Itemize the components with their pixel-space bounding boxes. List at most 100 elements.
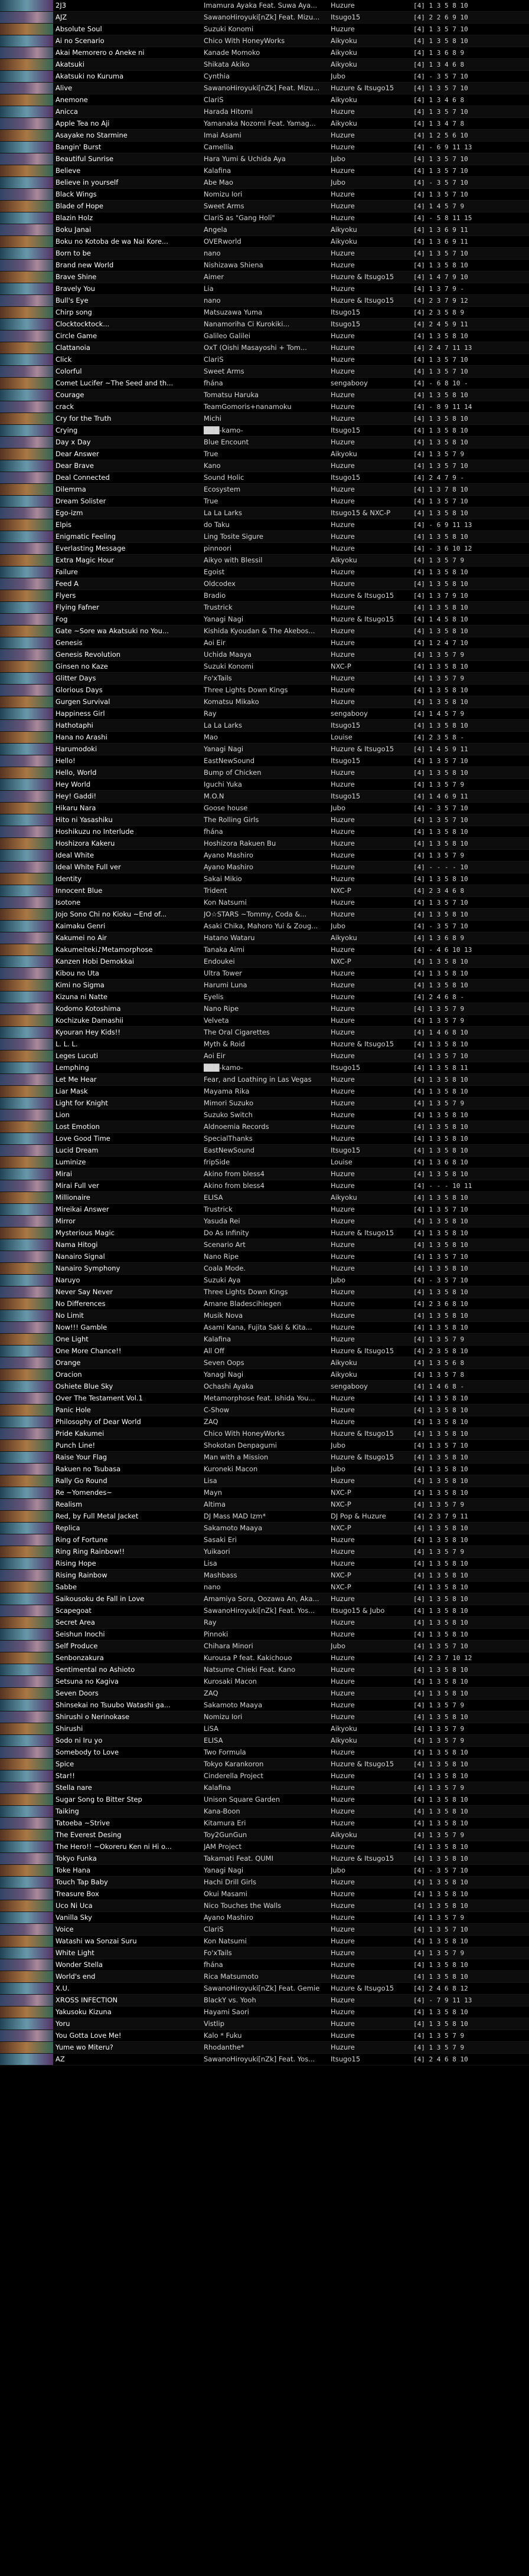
song-row[interactable]: 2J3 Imamura Ayaka Feat. Suwa Aya... Huzure… [0, 0, 529, 12]
song-row[interactable]: Shinsekai no Tsuubo Watashi ga... Sakamot… [0, 1700, 529, 1711]
song-row[interactable]: Vanilla Sky Ayano Mashiro Huzure [4] 1 3 5 … [0, 1912, 529, 1924]
song-row[interactable]: Day x Day Blue Encount Huzure [4] 1 3 5 8 1… [0, 437, 529, 449]
song-row[interactable]: Asayake no Starmine Imai Asami Huzure [4] 1… [0, 130, 529, 142]
song-row[interactable]: Anicca Harada Hitomi Huzure [4] 1 3 5 7 10 [0, 106, 529, 118]
song-row[interactable]: Kibou no Uta Ultra Tower Huzure [4] 1 3 5 8… [0, 968, 529, 980]
song-row[interactable]: Glitter Days Fo'xTails Huzure [4] 1 3 5 7 9 [0, 673, 529, 685]
song-row[interactable]: Hey! Gaddi! M.O.N Itsugo15 [4] 1 4 6 9 11 [0, 791, 529, 803]
song-row[interactable]: Seishun Inochi Pinnoki Huzure [4] 1 3 5 8 1… [0, 1629, 529, 1641]
song-row[interactable]: Love Good Time SpecialThanks Huzure [4] 1 3… [0, 1133, 529, 1145]
song-row[interactable]: Watashi wa Sonzai Suru Kon Natsumi Huzure [… [0, 1936, 529, 1947]
song-row[interactable]: Comet Lucifer ~The Seed and th... fhána se… [0, 378, 529, 389]
song-row[interactable]: Colorful Sweet Arms Huzure [4] 1 3 5 7 10 [0, 366, 529, 378]
song-row[interactable]: Ego-izm La La Larks Itsugo15 & NXC-P [4] 1 … [0, 508, 529, 519]
song-row[interactable]: Orange Seven Oops Aikyoku [4] 1 3 5 6 8 [0, 1357, 529, 1369]
song-row[interactable]: Enigmatic Feeling Ling Tosite Sigure Huzur… [0, 531, 529, 543]
song-row[interactable]: L. L. L. Myth & Roid Huzure & Itsugo15 [4] … [0, 1039, 529, 1050]
song-row[interactable]: Clocktocktock... Nanamoriha Ci Kurokiki..… [0, 319, 529, 330]
song-row[interactable]: Kaimaku Genri Asaki Chika, Mahoro Yui & Z… [0, 921, 529, 932]
song-row[interactable]: Everlasting Message pinnoori Huzure [4] - 3… [0, 543, 529, 555]
song-row[interactable]: World's end Rica Matsumoto Huzure [4] 1 3 5… [0, 1971, 529, 1983]
song-row[interactable]: Oracion Yanagi Nagi Aikyoku [4] 1 3 5 7 8 [0, 1369, 529, 1381]
song-row[interactable]: Ring Ring Rainbow!! Yuikaori Huzure [4] 1 3… [0, 1546, 529, 1558]
song-row[interactable]: Philosophy of Dear World ZAQ Huzure [4] 1 3… [0, 1416, 529, 1428]
song-row[interactable]: Mireikai Answer Trustrick Huzure [4] 1 3 5 … [0, 1204, 529, 1216]
song-row[interactable]: Taiking Kana-Boon Huzure [4] 1 3 5 8 10 [0, 1806, 529, 1818]
song-row[interactable]: Genesis Revolution Uchida Maaya Huzure [4] … [0, 649, 529, 661]
song-row[interactable]: Ginsen no Kaze Suzuki Konomi NXC-P [4] 1 3 … [0, 661, 529, 673]
song-row[interactable]: Punch Line! Shokotan Denpagumi Jubo [4] 1 3… [0, 1440, 529, 1452]
song-row[interactable]: Happiness Girl Ray sengabooy [4] 1 4 5 7 9 [0, 708, 529, 720]
song-row[interactable]: One More Chance!! All Off Huzure & Itsugo1… [0, 1346, 529, 1357]
song-row[interactable]: Nanairo Symphony Coala Mode. Huzure [4] 1 3… [0, 1263, 529, 1275]
song-row[interactable]: Bull's Eye nano Huzure & Itsugo15 [4] 2 3 7… [0, 295, 529, 307]
song-row[interactable]: Kyouran Hey Kids!! The Oral Cigarettes Huz… [0, 1027, 529, 1039]
song-row[interactable]: Gurgen Survival Komatsu Mikako Huzure [4] 1… [0, 696, 529, 708]
song-row[interactable]: Believe Kalafina Huzure [4] 1 3 5 7 10 [0, 165, 529, 177]
song-row[interactable]: Absolute Soul Suzuki Konomi Huzure [4] 1 3 … [0, 24, 529, 35]
song-row[interactable]: Kakumeiteki♪Metamorphose Tanaka Aimi Huzur… [0, 944, 529, 956]
song-row[interactable]: Re ~Yomendes~ Mayn NXC-P [4] 1 3 5 8 10 [0, 1487, 529, 1499]
song-row[interactable]: Yakusoku Kizuna Hayami Saori Huzure [4] 1 3… [0, 2007, 529, 2018]
song-row[interactable]: Saikousoku de Fall in Love Amamiya Sora, … [0, 1593, 529, 1605]
song-row[interactable]: Flying Fafner Trustrick Huzure [4] 1 3 5 8 … [0, 602, 529, 614]
song-row[interactable]: Realism Altima NXC-P [4] 1 3 5 7 9 [0, 1499, 529, 1511]
song-row[interactable]: Fog Yanagi Nagi Huzure & Itsugo15 [4] 1 4 5… [0, 614, 529, 626]
song-row[interactable]: Elpis do Taku Huzure [4] - 6 9 11 13 [0, 519, 529, 531]
song-row[interactable]: Light for Knight Mimori Suzuko Huzure [4] 1… [0, 1098, 529, 1109]
song-row[interactable]: Brand new World Nishizawa Shiena Huzure [4]… [0, 260, 529, 271]
song-row[interactable]: Dream Solister True Huzure [4] 1 3 5 7 10 [0, 496, 529, 508]
song-row[interactable]: Rising Rainbow Mashbass NXC-P [4] 1 3 5 8 1… [0, 1570, 529, 1582]
song-row[interactable]: Failure Egoist Huzure [4] 1 3 5 8 10 [0, 567, 529, 578]
song-row[interactable]: Ring of Fortune Sasaki Eri Huzure [4] 1 3 5… [0, 1534, 529, 1546]
song-row[interactable]: The Everest Desing Toy2GunGun Aikyoku [4] 1… [0, 1829, 529, 1841]
song-row[interactable]: One Light Kalafina Huzure [4] 1 3 5 7 9 [0, 1334, 529, 1346]
song-row[interactable]: Courage Tomatsu Haruka Huzure [4] 1 3 5 8 1… [0, 389, 529, 401]
song-row[interactable]: Kizuna ni Natte Eyelis Huzure [4] 2 4 6 8 - [0, 991, 529, 1003]
song-row[interactable]: Believe in yourself Abe Mao Jubo [4] - 3 5 … [0, 177, 529, 189]
song-row[interactable]: Dear Brave Kano Huzure [4] 1 3 5 7 10 [0, 460, 529, 472]
song-row[interactable]: Nanairo Signal Nano Ripe Huzure [4] 1 3 5 7… [0, 1251, 529, 1263]
song-row[interactable]: Luminize fripSide Louise [4] 1 3 6 8 10 [0, 1157, 529, 1168]
song-row[interactable]: Never Say Never Three Lights Down Kings Hu… [0, 1287, 529, 1298]
song-row[interactable]: Voice ClariS Huzure [4] 1 3 5 7 10 [0, 1924, 529, 1936]
song-row[interactable]: Sentimental no Ashioto Natsume Chieki Fea… [0, 1664, 529, 1676]
song-row[interactable]: White Light Fo'xTails Huzure [4] 1 3 5 7 9 [0, 1947, 529, 1959]
song-row[interactable]: Naruyo Suzuki Aya Jubo [4] - 3 5 7 10 [0, 1275, 529, 1287]
song-row[interactable]: Liar Mask Mayama Rika Huzure [4] 1 3 5 8 10 [0, 1086, 529, 1098]
song-row[interactable]: Boku no Kotoba de wa Nai Kore... OVERworl… [0, 236, 529, 248]
song-row[interactable]: Uco Ni Uca Nico Touches the Walls Huzure [4… [0, 1900, 529, 1912]
song-row[interactable]: Born to be nano Huzure [4] 1 3 5 7 10 [0, 248, 529, 260]
song-row[interactable]: Rakuen no Tsubasa Kuroneki Macon Jubo [4] 1… [0, 1464, 529, 1475]
song-row[interactable]: Blazin Holz ClariS as "Gang Holi" Huzure [4… [0, 212, 529, 224]
song-row[interactable]: Seven Doors ZAQ Huzure [4] 1 3 5 8 10 [0, 1688, 529, 1700]
song-row[interactable]: Sabbe nano NXC-P [4] 1 3 5 8 10 [0, 1582, 529, 1593]
song-row[interactable]: Mirai Full ver Akino from bless4 Huzure [4]… [0, 1180, 529, 1192]
song-row[interactable]: Star!! Cinderella Project Huzure [4] 1 3 5 … [0, 1770, 529, 1782]
song-row[interactable]: Sodo ni Iru yo ELISA Aikyoku [4] 1 3 5 7 9 [0, 1735, 529, 1747]
song-row[interactable]: Circle Game Galileo Galilei Huzure [4] 1 3 … [0, 330, 529, 342]
song-row[interactable]: Apple Tea no Aji Yamanaka Nozomi Feat. Ya… [0, 118, 529, 130]
song-row[interactable]: Tatoeba ~Strive Kitamura Eri Huzure [4] 1 3… [0, 1818, 529, 1829]
song-row[interactable]: Lucid Dream EastNewSound Itsugo15 [4] 1 3 5… [0, 1145, 529, 1157]
song-row[interactable]: Self Produce Chihara Minori Jubo [4] 1 3 5 … [0, 1641, 529, 1652]
song-row[interactable]: Spice Tokyo Karankoron Huzure & Itsugo15 [4… [0, 1759, 529, 1770]
song-row[interactable]: Blade of Hope Sweet Arms Huzure [4] 1 4 5 7… [0, 201, 529, 212]
song-row[interactable]: Ideal White Ayano Mashiro Huzure [4] 1 3 5 … [0, 850, 529, 862]
song-row[interactable]: Treasure Box Okui Masami Huzure [4] 1 3 5 8… [0, 1888, 529, 1900]
song-row[interactable]: Millionaire ELISA Aikyoku [4] 1 3 5 8 10 [0, 1192, 529, 1204]
song-row[interactable]: Hoshikuzu no Interlude fhána Huzure [4] 1 3… [0, 826, 529, 838]
song-row[interactable]: Ideal White Full ver Ayano Mashiro Huzure [… [0, 862, 529, 873]
song-row[interactable]: Wonder Stella fhána Huzure [4] 1 3 5 8 10 [0, 1959, 529, 1971]
song-row[interactable]: Let Me Hear Fear, and Loathing in Las Veg… [0, 1074, 529, 1086]
song-row[interactable]: Scapegoat SawanoHiroyuki[nZk] Feat. Yos..… [0, 1605, 529, 1617]
song-row[interactable]: Lion Suzuko Switch Huzure [4] 1 3 5 8 10 [0, 1109, 529, 1121]
song-row[interactable]: Rally Go Round Lisa Huzure [4] 1 3 5 8 10 [0, 1475, 529, 1487]
song-row[interactable]: Now!!! Gamble Asami Kana, Fujita Saki & K… [0, 1322, 529, 1334]
song-row[interactable]: No Differences Amane Bladescihiegen Huzure… [0, 1298, 529, 1310]
song-row[interactable]: Chirp song Matsuzawa Yuma Itsugo15 [4] 2 3 … [0, 307, 529, 319]
song-row[interactable]: Alive SawanoHiroyuki[nZk] Feat. Mizu... Hu… [0, 83, 529, 94]
song-row[interactable]: Kodomo Kotoshima Nano Ripe Huzure [4] 1 3 5… [0, 1003, 529, 1015]
song-row[interactable]: Tokyo Funka Takamati Feat. QUMI Huzure & I… [0, 1853, 529, 1865]
song-row[interactable]: Kanzen Hobi Demokkai Endoukei NXC-P [4] 1 3… [0, 956, 529, 968]
